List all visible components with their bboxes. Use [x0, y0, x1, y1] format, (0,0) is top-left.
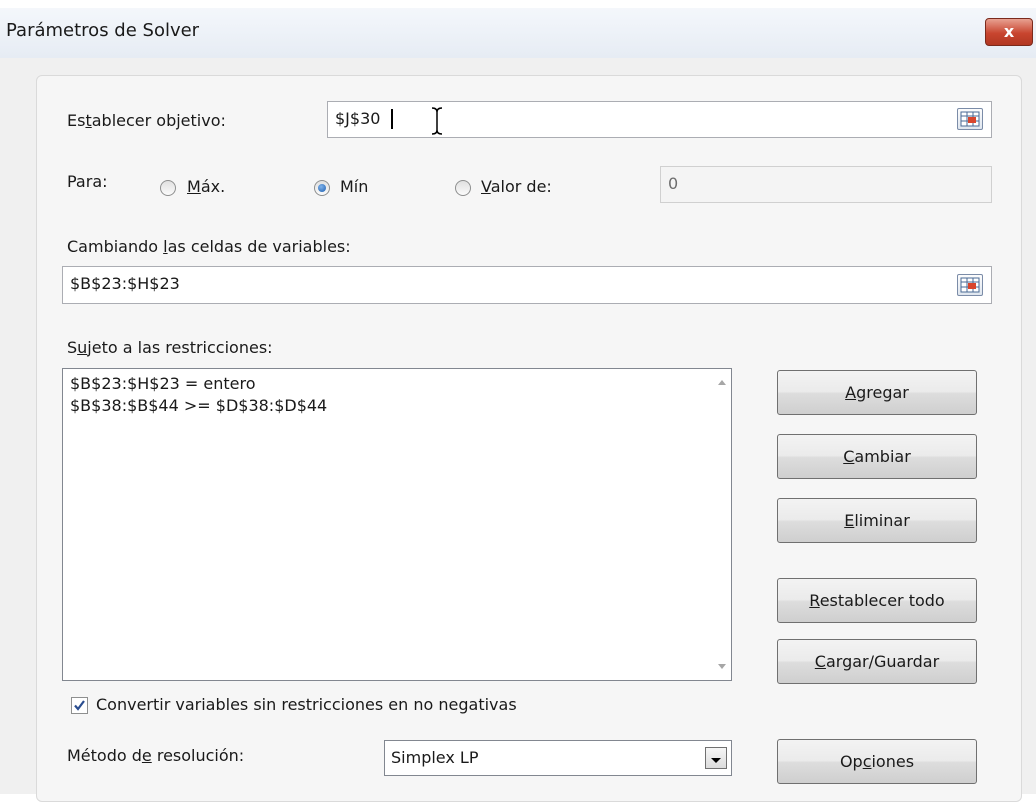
objective-value: $J$30 — [335, 109, 381, 128]
ibeam-cursor-icon — [431, 107, 443, 135]
constraint-item[interactable]: $B$23:$H$23 = entero — [70, 374, 256, 393]
objective-label: Establecer objetivo: — [67, 111, 226, 130]
dropdown-button[interactable] — [705, 747, 727, 769]
scroll-up-icon[interactable] — [713, 373, 731, 393]
constraints-scrollbar[interactable] — [713, 369, 731, 680]
constraints-listbox[interactable]: $B$23:$H$23 = entero $B$38:$B$44 >= $D$3… — [62, 368, 732, 681]
variables-value: $B$23:$H$23 — [70, 274, 180, 293]
max-label[interactable]: Máx. — [187, 177, 225, 196]
title-bar: Parámetros de Solver x — [0, 8, 1036, 58]
min-radio[interactable] — [314, 180, 330, 196]
variables-input[interactable]: $B$23:$H$23 — [62, 266, 992, 304]
valor-de-value: 0 — [668, 174, 679, 193]
opciones-button[interactable]: Opciones — [777, 739, 977, 784]
valor-de-label[interactable]: Valor de: — [481, 177, 552, 196]
cambiar-button[interactable]: Cambiar — [777, 434, 977, 479]
method-label: Método de resolución: — [67, 746, 245, 765]
method-select[interactable]: Simplex LP — [384, 740, 732, 776]
close-button[interactable]: x — [985, 18, 1033, 46]
restablecer-todo-button[interactable]: Restablecer todo — [777, 578, 977, 623]
range-select-icon — [960, 277, 980, 293]
nonnegative-checkbox[interactable] — [71, 697, 88, 714]
nonnegative-label[interactable]: Convertir variables sin restricciones en… — [96, 695, 517, 714]
text-caret — [391, 109, 393, 129]
method-value: Simplex LP — [391, 748, 479, 767]
valor-de-input[interactable]: 0 — [660, 166, 992, 203]
valor-de-radio[interactable] — [455, 180, 471, 196]
range-select-icon — [960, 111, 980, 127]
objective-collapse-button[interactable] — [957, 108, 983, 130]
cargar-guardar-button[interactable]: Cargar/Guardar — [777, 639, 977, 684]
scroll-down-icon[interactable] — [713, 656, 731, 676]
close-icon: x — [1003, 22, 1015, 41]
checkmark-icon — [74, 700, 85, 711]
window-title: Parámetros de Solver — [6, 20, 200, 41]
variables-collapse-button[interactable] — [957, 274, 983, 296]
objective-input[interactable]: $J$30 — [327, 101, 992, 138]
para-label: Para: — [67, 172, 108, 191]
agregar-button[interactable]: Agregar — [777, 370, 977, 415]
variables-label: Cambiando las celdas de variables: — [67, 237, 351, 256]
max-radio[interactable] — [160, 180, 176, 196]
chevron-down-icon — [711, 758, 721, 763]
constraint-item[interactable]: $B$38:$B$44 >= $D$38:$D$44 — [70, 396, 327, 415]
eliminar-button[interactable]: Eliminar — [777, 498, 977, 543]
min-label[interactable]: Mín — [340, 177, 368, 196]
constraints-label: Sujeto a las restricciones: — [67, 338, 273, 357]
radio-selected-dot — [318, 184, 326, 192]
